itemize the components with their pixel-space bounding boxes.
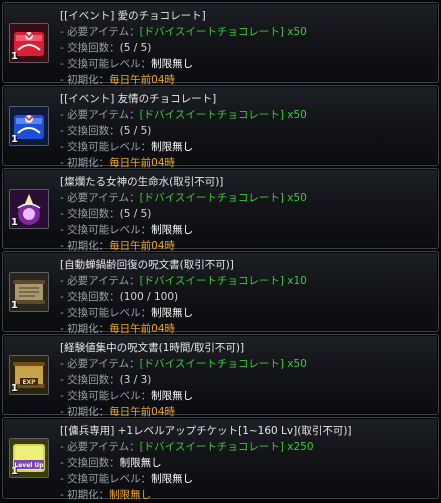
exchange-level-label: - 交換可能レベル： <box>60 307 152 319</box>
exchange-level-label: - 交換可能レベル： <box>60 473 152 485</box>
exchange-count-label: - 交換回数： <box>60 457 120 469</box>
reset-value: 制限無し <box>109 489 152 501</box>
item-title: [燦爛たる女神の生命水(取引不可)] <box>60 176 224 188</box>
exchange-count-value: (5 / 5) <box>119 42 152 54</box>
exchange-level-value: 制限無し <box>151 390 194 402</box>
exchange-level-value: 制限無し <box>151 224 194 236</box>
required-item-value[interactable]: [ドバイスイートチョコレート] x10 <box>140 275 307 287</box>
exchange-level-value: 制限無し <box>151 307 194 319</box>
exchange-level-label: - 交換可能レベル： <box>60 141 152 153</box>
item-quantity: 1 <box>11 134 18 145</box>
svg-text:EXP: EXP <box>22 379 36 386</box>
exchange-level-value: 制限無し <box>151 141 194 153</box>
required-item-label: - 必要アイテム： <box>60 26 140 38</box>
exchange-level-value: 制限無し <box>151 58 194 70</box>
required-item-label: - 必要アイテム： <box>60 109 140 121</box>
item-title: [自動蝉鍋齢回復の呪文書(取引不可)] <box>60 259 234 271</box>
required-item-value[interactable]: [ドバイスイートチョコレート] x250 <box>140 441 314 453</box>
exchange-list: 1 [[イベント] 愛のチョコレート] - 必要アイテム：[ドバイスイートチョコ… <box>0 0 441 501</box>
exchange-count-value: (3 / 3) <box>119 374 152 386</box>
required-item-label: - 必要アイテム： <box>60 358 140 370</box>
exchange-entry[interactable]: 1 [[イベント] 友情のチョコレート] - 必要アイテム：[ドバイスイートチョ… <box>2 85 439 169</box>
item-quantity: 1 <box>11 466 18 477</box>
required-item-value[interactable]: [ドバイスイートチョコレート] x50 <box>140 358 307 370</box>
required-item-value[interactable]: [ドバイスイートチョコレート] x50 <box>140 192 307 204</box>
item-title: [[イベント] 愛のチョコレート] <box>60 10 206 22</box>
exchange-level-label: - 交換可能レベル： <box>60 58 152 70</box>
exchange-entry[interactable]: EXP 1 [経験値集中の呪文書(1時間/取引不可)] - 必要アイテム：[ドバ… <box>2 334 439 418</box>
exchange-level-label: - 交換可能レベル： <box>60 224 152 236</box>
item-quantity: 1 <box>11 383 18 394</box>
item-quantity: 1 <box>11 217 18 228</box>
exchange-entry[interactable]: 1 [[イベント] 愛のチョコレート] - 必要アイテム：[ドバイスイートチョコ… <box>2 2 439 86</box>
exchange-count-value: 制限無し <box>119 457 162 469</box>
item-quantity: 1 <box>11 300 18 311</box>
exchange-entry[interactable]: Level Up 1 [[傭兵専用] +1レベルアップチケット[1~160 Lv… <box>2 417 439 501</box>
item-title: [経験値集中の呪文書(1時間/取引不可)] <box>60 342 245 354</box>
exchange-count-value: (5 / 5) <box>119 125 152 137</box>
exchange-level-label: - 交換可能レベル： <box>60 390 152 402</box>
required-item-value[interactable]: [ドバイスイートチョコレート] x50 <box>140 26 307 38</box>
exchange-count-label: - 交換回数： <box>60 208 120 220</box>
required-item-label: - 必要アイテム： <box>60 192 140 204</box>
exchange-count-value: (100 / 100) <box>119 291 179 303</box>
exchange-count-value: (5 / 5) <box>119 208 152 220</box>
level-up-icon-text: Level Up <box>14 462 44 469</box>
required-item-label: - 必要アイテム： <box>60 275 140 287</box>
exchange-entry[interactable]: 1 [燦爛たる女神の生命水(取引不可)] - 必要アイテム：[ドバイスイートチョ… <box>2 168 439 252</box>
required-item-label: - 必要アイテム： <box>60 441 140 453</box>
exchange-count-label: - 交換回数： <box>60 125 120 137</box>
item-title: [[イベント] 友情のチョコレート] <box>60 93 217 105</box>
exchange-level-value: 制限無し <box>151 473 194 485</box>
exchange-entry[interactable]: 1 [自動蝉鍋齢回復の呪文書(取引不可)] - 必要アイテム：[ドバイスイートチ… <box>2 251 439 335</box>
item-quantity: 1 <box>11 51 18 62</box>
reset-label: - 初期化： <box>60 489 110 501</box>
required-item-value[interactable]: [ドバイスイートチョコレート] x50 <box>140 109 307 121</box>
exchange-count-label: - 交換回数： <box>60 42 120 54</box>
exchange-count-label: - 交換回数： <box>60 291 120 303</box>
exchange-count-label: - 交換回数： <box>60 374 120 386</box>
item-title: [[傭兵専用] +1レベルアップチケット[1~160 Lv](取引不可)] <box>60 425 352 437</box>
